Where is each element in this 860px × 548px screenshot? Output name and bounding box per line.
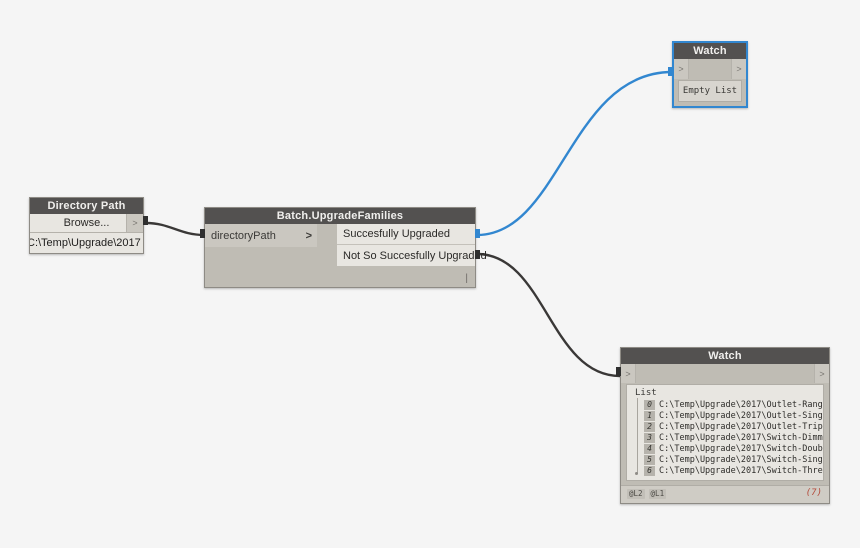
- level-badge[interactable]: @L1: [648, 489, 667, 499]
- node-watch-top[interactable]: Watch > > Empty List: [668, 41, 748, 108]
- node-batch-upgrade-families[interactable]: Batch.UpgradeFamilies directoryPath > Su…: [200, 207, 487, 288]
- node-batch-upgrade-families-body: directoryPath > Succesfully Upgraded Not…: [205, 224, 487, 287]
- list-item-value: C:\Temp\Upgrade\2017\Switch-Dimme: [659, 432, 823, 443]
- wire-failure-to-watch-bottom: [475, 252, 622, 378]
- list-item-index: 5: [644, 454, 655, 465]
- level-badge[interactable]: @L2: [627, 489, 645, 499]
- batch-input-nub[interactable]: [200, 229, 205, 238]
- watch-bottom-list-rows: 0 C:\Temp\Upgrade\2017\Outlet-Range 1 C:\Te…: [627, 399, 823, 476]
- directory-path-output-nub[interactable]: [143, 216, 148, 225]
- node-directory-path[interactable]: Directory Path Browse... > C:\Temp\Upgra…: [29, 197, 148, 254]
- list-item: 6 C:\Temp\Upgrade\2017\Switch-Three: [627, 465, 823, 476]
- watch-bottom-input-nub[interactable]: [616, 367, 621, 376]
- watch-bottom-ports-row: > >: [621, 364, 829, 383]
- node-directory-path-body: Browse... > C:\Temp\Upgrade\2017: [30, 214, 143, 253]
- list-item-value: C:\Temp\Upgrade\2017\Switch-Three: [659, 465, 823, 476]
- list-item-value: C:\Temp\Upgrade\2017\Switch-Singl: [659, 454, 823, 465]
- watch-bottom-footer: @L2 @L1 (7): [621, 485, 829, 503]
- list-item-index: 4: [644, 443, 655, 454]
- watch-top-input-port[interactable]: >: [674, 59, 689, 79]
- output-port-not-so-succesfully-upgraded[interactable]: Not So Succesfully Upgraded: [337, 245, 487, 266]
- node-watch-bottom[interactable]: Watch > > List 0 C:\Temp\Upgrade\2017\Out…: [616, 347, 830, 504]
- watch-bottom-input-port[interactable]: >: [621, 364, 636, 383]
- watch-top-ports-row: > >: [674, 59, 746, 79]
- list-item: 3 C:\Temp\Upgrade\2017\Switch-Dimme: [627, 432, 823, 443]
- lacing-indicator[interactable]: |: [465, 273, 468, 284]
- wire-dirpath-to-batch: [144, 221, 206, 237]
- output-port-not-so-succesfully-upgraded-label: Not So Succesfully Upgraded: [343, 249, 487, 262]
- node-directory-path-title: Directory Path: [30, 198, 143, 214]
- watch-bottom-count: (7): [805, 488, 822, 498]
- input-port-directorypath-label: directoryPath: [211, 229, 276, 242]
- list-item: 2 C:\Temp\Upgrade\2017\Outlet-Tripl: [627, 421, 823, 432]
- watch-bottom-output-port[interactable]: >: [814, 364, 829, 383]
- directory-path-value-row[interactable]: C:\Temp\Upgrade\2017: [30, 233, 143, 253]
- list-item-value: C:\Temp\Upgrade\2017\Outlet-Tripl: [659, 421, 823, 432]
- watch-bottom-level-badges[interactable]: @L2 @L1: [627, 489, 667, 499]
- list-item-index: 2: [644, 421, 655, 432]
- watch-bottom-list-label: List: [635, 388, 657, 398]
- watch-bottom-list[interactable]: List 0 C:\Temp\Upgrade\2017\Outlet-Range 1…: [626, 384, 824, 481]
- directory-path-value: C:\Temp\Upgrade\2017: [30, 237, 141, 249]
- node-watch-bottom-title: Watch: [621, 348, 829, 364]
- list-item-index: 6: [644, 465, 655, 476]
- watch-top-value: Empty List: [678, 80, 742, 102]
- input-port-directorypath[interactable]: directoryPath >: [205, 224, 317, 247]
- list-item-value: C:\Temp\Upgrade\2017\Switch-Doubl: [659, 443, 823, 454]
- list-item: 5 C:\Temp\Upgrade\2017\Switch-Singl: [627, 454, 823, 465]
- node-watch-top-body: > > Empty List: [674, 59, 746, 102]
- directory-path-output-port[interactable]: >: [126, 214, 143, 232]
- node-watch-top-title: Watch: [674, 43, 746, 59]
- node-batch-upgrade-families-title: Batch.UpgradeFamilies: [205, 208, 475, 224]
- node-watch-bottom-body: > > List 0 C:\Temp\Upgrade\2017\Outlet-Ra…: [621, 364, 829, 503]
- list-item-index: 3: [644, 432, 655, 443]
- list-item: 1 C:\Temp\Upgrade\2017\Outlet-Singl: [627, 410, 823, 421]
- batch-output-failure-nub[interactable]: [475, 250, 480, 259]
- list-item-index: 1: [644, 410, 655, 421]
- list-item-index: 0: [644, 399, 655, 410]
- dynamo-canvas[interactable]: Directory Path Browse... > C:\Temp\Upgra…: [0, 0, 860, 548]
- wire-success-to-watch-top: [475, 70, 674, 237]
- output-port-succesfully-upgraded[interactable]: Succesfully Upgraded: [337, 224, 475, 245]
- browse-button[interactable]: Browse...: [64, 217, 110, 229]
- list-item-value: C:\Temp\Upgrade\2017\Outlet-Singl: [659, 410, 823, 421]
- list-item: 4 C:\Temp\Upgrade\2017\Switch-Doubl: [627, 443, 823, 454]
- watch-top-input-nub[interactable]: [668, 67, 673, 76]
- watch-top-output-port[interactable]: >: [731, 59, 746, 79]
- chevron-right-icon: >: [305, 229, 312, 242]
- list-item-value: C:\Temp\Upgrade\2017\Outlet-Range: [659, 399, 823, 410]
- directory-path-browse-row[interactable]: Browse... >: [30, 214, 143, 233]
- output-port-succesfully-upgraded-label: Succesfully Upgraded: [343, 228, 451, 240]
- batch-output-success-nub[interactable]: [475, 229, 480, 238]
- list-item: 0 C:\Temp\Upgrade\2017\Outlet-Range: [627, 399, 823, 410]
